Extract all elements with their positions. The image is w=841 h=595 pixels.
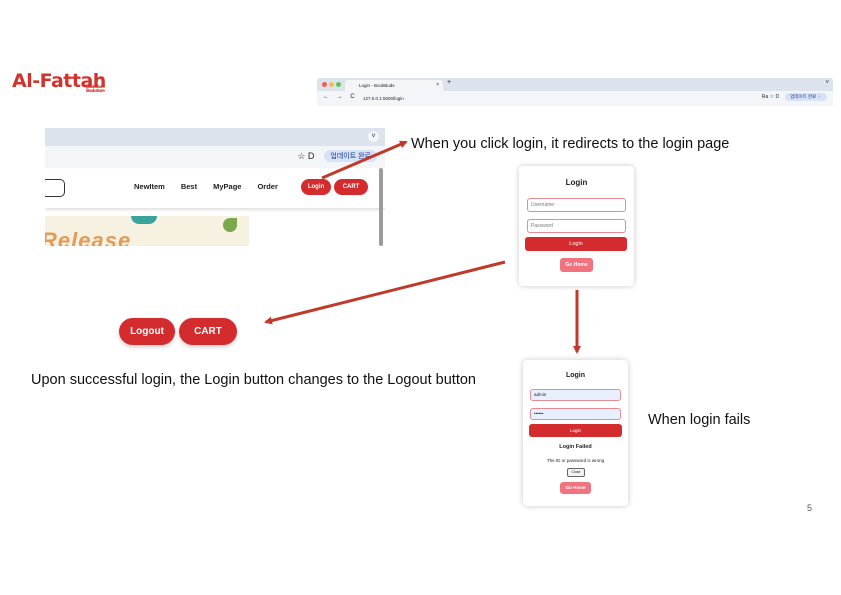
fail-login-submit-button[interactable]: Login bbox=[529, 424, 622, 437]
site-zoom-panel: ˅ ☆ D 업데이트 완료 NewItem Best MyPage Order … bbox=[45, 128, 385, 246]
note-redirect: When you click login, it redirects to th… bbox=[411, 136, 730, 152]
leaf-decoration bbox=[223, 218, 237, 232]
go-home-button[interactable]: Go Home bbox=[560, 258, 593, 272]
logout-button[interactable]: Logout bbox=[119, 318, 175, 345]
username-field[interactable]: Username bbox=[527, 198, 626, 212]
fail-username-field[interactable]: admin bbox=[530, 389, 621, 401]
nav-newitem[interactable]: NewItem bbox=[134, 182, 165, 191]
nav-best[interactable]: Best bbox=[181, 182, 197, 191]
login-title: Login bbox=[565, 178, 588, 187]
banner-text: Release bbox=[45, 228, 132, 246]
zoom-tab-bar: ˅ bbox=[45, 128, 385, 146]
fail-go-home-button[interactable]: Go Home bbox=[560, 482, 591, 494]
browser-window-bar: Login - BookBuds × + ˅ ← → C 127.0.0.1:5… bbox=[317, 78, 833, 106]
nav-order[interactable]: Order bbox=[257, 182, 277, 191]
zoom-profile-button[interactable]: 업데이트 완료 bbox=[324, 150, 377, 162]
maximize-window-dot[interactable] bbox=[336, 82, 341, 87]
nav-mypage[interactable]: MyPage bbox=[213, 182, 241, 191]
login-button[interactable]: Login bbox=[301, 179, 331, 195]
url-input[interactable]: 127.0.0.1:5000/login bbox=[363, 94, 404, 103]
bookmark-icon[interactable]: ☆ D bbox=[297, 151, 314, 162]
zoom-toolbar-icons: ☆ D 업데이트 완료 bbox=[297, 150, 377, 162]
zoom-chevron-icon[interactable]: ˅ bbox=[368, 131, 379, 142]
fail-login-title: Login bbox=[565, 372, 586, 379]
search-input[interactable] bbox=[45, 179, 65, 197]
brand-logo: Al-Fattah Bookstore Bookstore bbox=[12, 70, 106, 93]
address-bar: ← → C 127.0.0.1:5000/login Ra ☆ D 업데이트 완… bbox=[317, 91, 833, 106]
password-field[interactable]: Password bbox=[527, 219, 626, 233]
password-placeholder: Password bbox=[531, 223, 553, 229]
brand-logo-subtitle: Bookstore Bookstore bbox=[86, 84, 105, 93]
nav-buttons[interactable]: ← → C bbox=[323, 94, 358, 100]
cart-button[interactable]: CART bbox=[334, 179, 368, 195]
login-failed-message: The ID or password is wrong bbox=[546, 458, 605, 463]
browser-toolbar-right: Ra ☆ D 업데이트 완료 ⋮ bbox=[762, 93, 827, 101]
close-window-dot[interactable] bbox=[322, 82, 327, 87]
release-banner: Release bbox=[45, 216, 249, 246]
fail-username-value: admin bbox=[534, 392, 547, 397]
leaf-decoration bbox=[131, 216, 157, 224]
site-nav: NewItem Best MyPage Order bbox=[134, 182, 278, 191]
note-success: Upon successful login, the Login button … bbox=[31, 372, 476, 388]
cart-button-after-login[interactable]: CART bbox=[179, 318, 237, 345]
login-card: Login Username Password Login Go Home bbox=[519, 166, 634, 286]
tab-close-icon[interactable]: × bbox=[436, 80, 439, 91]
login-failed-card: Login admin •••••• Login Login Failed Th… bbox=[523, 360, 628, 506]
minimize-window-dot[interactable] bbox=[329, 82, 334, 87]
profile-update-button[interactable]: 업데이트 완료 ⋮ bbox=[785, 93, 827, 101]
new-tab-icon[interactable]: + bbox=[447, 79, 451, 86]
browser-tab-title: Login - BookBuds bbox=[359, 83, 395, 88]
toolbar-icons[interactable]: Ra ☆ D bbox=[762, 94, 779, 100]
login-failed-title: Login Failed bbox=[559, 444, 592, 450]
note-fail: When login fails bbox=[648, 412, 751, 428]
login-submit-button[interactable]: Login bbox=[525, 237, 627, 251]
arrow-page-to-logout bbox=[264, 260, 506, 325]
site-header: NewItem Best MyPage Order Login CART bbox=[45, 168, 385, 208]
browser-tab[interactable]: Login - BookBuds × bbox=[345, 80, 443, 91]
tab-list-chevron-icon[interactable]: ˅ bbox=[825, 80, 829, 86]
browser-tab-row: Login - BookBuds × + ˅ bbox=[317, 78, 833, 91]
scrollbar[interactable] bbox=[379, 168, 383, 246]
zoom-address-bar: ☆ D 업데이트 완료 bbox=[45, 146, 385, 168]
username-placeholder: Username bbox=[531, 202, 555, 208]
fail-password-field[interactable]: •••••• bbox=[530, 408, 621, 420]
close-button[interactable]: Close bbox=[567, 468, 585, 477]
page-number: 5 bbox=[807, 503, 813, 513]
fail-password-value: •••••• bbox=[534, 411, 544, 416]
